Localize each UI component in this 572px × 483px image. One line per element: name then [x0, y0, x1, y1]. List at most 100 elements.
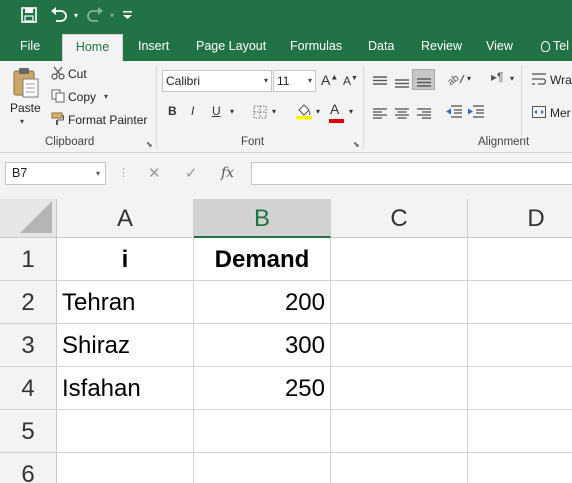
cut-button[interactable]: Cut — [68, 67, 87, 81]
cell-d6[interactable] — [468, 453, 572, 483]
save-icon[interactable] — [18, 0, 40, 30]
name-box[interactable]: B7 ▾ — [5, 162, 106, 185]
ribbon-home: Paste ▾ Cut Copy ▾ Format Painter Clipbo… — [0, 61, 572, 153]
paste-icon[interactable] — [12, 67, 40, 104]
tab-home[interactable]: Home — [62, 34, 123, 61]
cell-b5[interactable] — [194, 410, 331, 453]
clipboard-group-label: Clipboard — [45, 136, 95, 148]
shrink-font-button[interactable]: A▼ — [343, 74, 358, 88]
cell-a1[interactable]: i — [57, 238, 194, 281]
tab-view[interactable]: View — [486, 34, 513, 61]
copy-button[interactable]: Copy — [68, 90, 96, 104]
column-header-a[interactable]: A — [57, 199, 194, 238]
orientation-icon[interactable]: ab — [446, 71, 465, 90]
wrap-text-button[interactable]: Wra — [550, 73, 572, 87]
wrap-text-icon — [532, 72, 547, 91]
align-right-icon[interactable] — [417, 106, 431, 124]
font-name-combo[interactable]: Calibri ▾ — [162, 70, 272, 92]
column-header-c[interactable]: C — [331, 199, 468, 238]
align-left-icon[interactable] — [373, 106, 387, 124]
insert-function-icon[interactable]: fx — [221, 162, 234, 185]
merge-center-button[interactable]: Mer — [550, 106, 571, 120]
enter-icon[interactable]: ✓ — [185, 162, 198, 185]
undo-dropdown-icon[interactable]: ▾ — [70, 0, 82, 30]
alignment-group-label: Alignment — [478, 136, 530, 148]
column-header-b[interactable]: B — [194, 199, 331, 238]
decrease-indent-icon[interactable] — [446, 105, 462, 123]
bottom-align-button[interactable] — [412, 69, 435, 90]
grow-font-button[interactable]: A▲ — [321, 72, 338, 88]
redo-icon[interactable] — [84, 0, 106, 30]
tab-tell-me[interactable]: Tel — [541, 34, 569, 61]
row-header[interactable]: 1 — [0, 238, 57, 281]
row-header[interactable]: 2 — [0, 281, 57, 324]
underline-button[interactable]: U — [212, 104, 221, 118]
column-header-d[interactable]: D — [468, 199, 572, 238]
align-center-icon[interactable] — [395, 106, 409, 124]
cell-b1[interactable]: Demand — [194, 238, 331, 281]
cell-d1[interactable] — [468, 238, 572, 281]
cell-a3[interactable]: Shiraz — [57, 324, 194, 367]
italic-button[interactable]: I — [191, 104, 194, 118]
underline-dropdown-icon[interactable]: ▾ — [230, 107, 234, 116]
cell-d5[interactable] — [468, 410, 572, 453]
cell-b2[interactable]: 200 — [194, 281, 331, 324]
select-all-button[interactable] — [0, 199, 57, 238]
cell-c4[interactable] — [331, 367, 468, 410]
formula-input[interactable] — [251, 162, 572, 185]
middle-align-icon[interactable] — [395, 75, 409, 93]
redo-dropdown-icon[interactable]: ▾ — [106, 0, 118, 30]
cell-c5[interactable] — [331, 410, 468, 453]
paste-button[interactable]: Paste — [10, 101, 41, 115]
copy-dropdown-icon[interactable]: ▾ — [104, 92, 108, 101]
row-header[interactable]: 4 — [0, 367, 57, 410]
clipboard-launcher-icon[interactable]: ⬊ — [146, 140, 153, 149]
cell-c2[interactable] — [331, 281, 468, 324]
borders-dropdown-icon[interactable]: ▾ — [272, 107, 276, 116]
customize-qat-icon[interactable] — [121, 0, 133, 30]
lightbulb-icon — [541, 41, 550, 53]
format-painter-button[interactable]: Format Painter — [68, 113, 147, 127]
cancel-icon[interactable]: ✕ — [148, 162, 161, 185]
cell-a5[interactable] — [57, 410, 194, 453]
cell-c3[interactable] — [331, 324, 468, 367]
cell-d3[interactable] — [468, 324, 572, 367]
bold-button[interactable]: B — [168, 104, 177, 118]
font-size-combo[interactable]: 11 ▾ — [273, 70, 316, 92]
font-color-button[interactable]: A — [329, 101, 344, 123]
tab-data[interactable]: Data — [368, 34, 394, 61]
increase-indent-icon[interactable] — [468, 105, 484, 123]
cell-a2[interactable]: Tehran — [57, 281, 194, 324]
row-header[interactable]: 5 — [0, 410, 57, 453]
tab-review[interactable]: Review — [421, 34, 462, 61]
text-direction-dropdown-icon[interactable]: ▾ — [510, 74, 514, 83]
undo-icon[interactable] — [48, 0, 70, 30]
tab-file[interactable]: File — [20, 34, 40, 61]
cut-icon — [51, 66, 65, 85]
text-direction-icon[interactable]: ▸¶ — [491, 70, 503, 84]
row-header[interactable]: 6 — [0, 453, 57, 483]
formula-bar-grip-icon: ⋮ — [118, 167, 129, 179]
tab-insert[interactable]: Insert — [138, 34, 169, 61]
cell-b6[interactable] — [194, 453, 331, 483]
cell-b4[interactable]: 250 — [194, 367, 331, 410]
font-color-label: A — [330, 101, 340, 117]
paste-dropdown-icon[interactable]: ▾ — [20, 117, 24, 126]
orientation-dropdown-icon[interactable]: ▾ — [467, 74, 471, 83]
fill-color-icon[interactable] — [295, 102, 313, 125]
cell-d2[interactable] — [468, 281, 572, 324]
cell-a6[interactable] — [57, 453, 194, 483]
row-header[interactable]: 3 — [0, 324, 57, 367]
borders-icon[interactable] — [253, 105, 267, 124]
fill-color-dropdown-icon[interactable]: ▾ — [316, 107, 320, 116]
cell-c1[interactable] — [331, 238, 468, 281]
tab-page-layout[interactable]: Page Layout — [196, 34, 266, 61]
tab-formulas[interactable]: Formulas — [290, 34, 342, 61]
cell-d4[interactable] — [468, 367, 572, 410]
top-align-icon[interactable] — [373, 73, 387, 91]
font-launcher-icon[interactable]: ⬊ — [353, 140, 360, 149]
cell-a4[interactable]: Isfahan — [57, 367, 194, 410]
cell-c6[interactable] — [331, 453, 468, 483]
font-color-dropdown-icon[interactable]: ▾ — [349, 107, 353, 116]
cell-b3[interactable]: 300 — [194, 324, 331, 367]
